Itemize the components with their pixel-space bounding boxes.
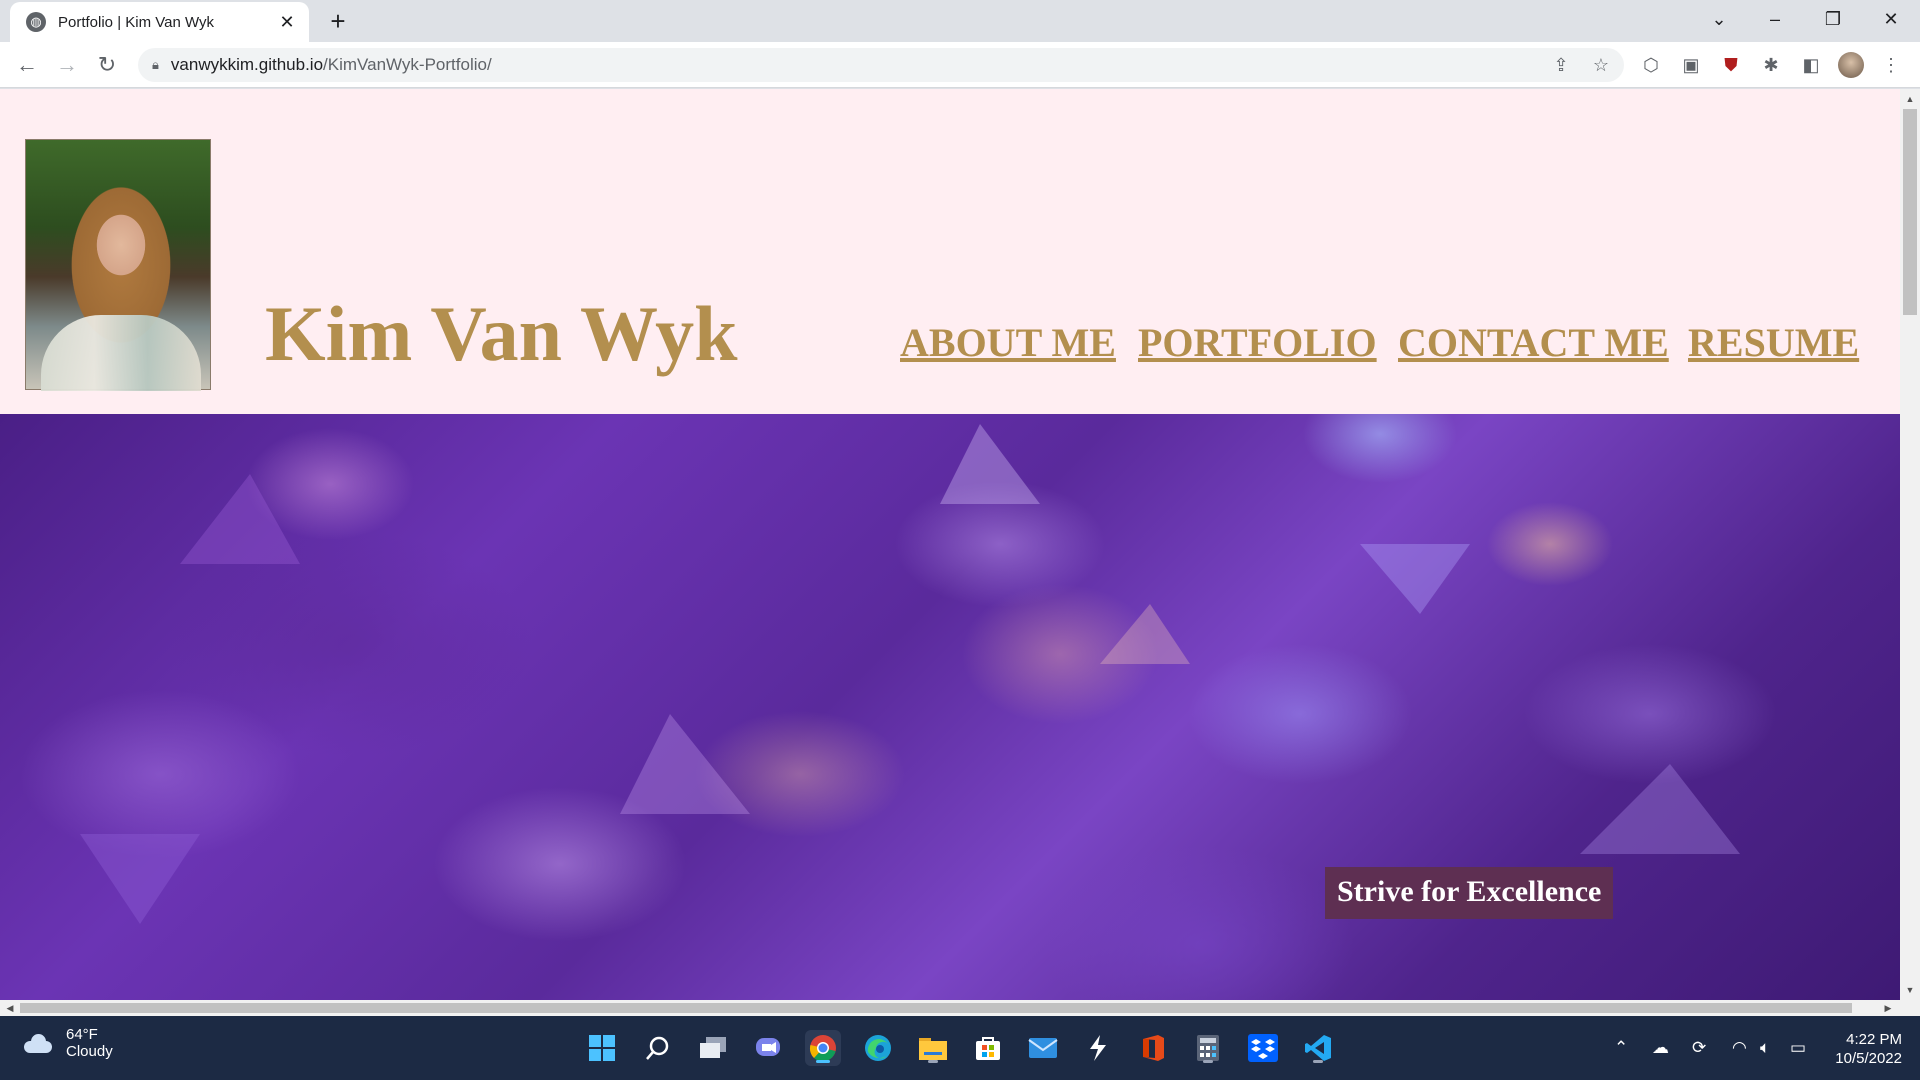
close-tab-icon[interactable]: ✕: [275, 12, 299, 33]
chrome-icon[interactable]: [805, 1030, 841, 1066]
back-icon[interactable]: ←: [12, 50, 42, 80]
horizontal-scroll-thumb[interactable]: [20, 1003, 1852, 1013]
address-bar[interactable]: 🔒︎ vanwykkim.github.io/KimVanWyk-Portfol…: [138, 48, 1624, 82]
page-viewport: Kim Van Wyk ABOUT ME PORTFOLIO CONTACT M…: [0, 89, 1920, 1016]
weather-temp: 64°F: [66, 1026, 98, 1043]
hero-amethyst-image: Strive for Excellence: [0, 414, 1900, 1000]
cloud-icon: [22, 1033, 54, 1053]
system-clock[interactable]: 4:22 PM 10/5/2022: [1830, 1030, 1902, 1068]
windows-taskbar: 64°F Cloudy ⌃ ☁ ⟳ ◠ 🔈︎ ▭ 4:22 PM 10/5/20…: [0, 1016, 1920, 1080]
site-header: Kim Van Wyk ABOUT ME PORTFOLIO CONTACT M…: [0, 89, 1900, 414]
dropbox-icon[interactable]: [1245, 1030, 1281, 1066]
portfolio-page: Kim Van Wyk ABOUT ME PORTFOLIO CONTACT M…: [0, 89, 1900, 1000]
profile-avatar[interactable]: [1838, 52, 1864, 78]
restore-button[interactable]: ❐: [1810, 0, 1856, 38]
lock-icon: 🔒︎: [152, 57, 159, 72]
globe-icon: ◍: [26, 12, 46, 32]
hero-caption: Strive for Excellence: [1325, 867, 1614, 919]
close-window-button[interactable]: ✕: [1868, 0, 1914, 38]
menu-kebab-icon[interactable]: ⋮: [1878, 52, 1904, 78]
new-tab-button[interactable]: +: [322, 6, 354, 38]
vertical-scrollbar[interactable]: ▲ ▼: [1900, 89, 1920, 1000]
terminal-lightning-icon[interactable]: [1080, 1030, 1116, 1066]
vscode-icon[interactable]: [1300, 1030, 1336, 1066]
nav-contact-me[interactable]: CONTACT ME: [1398, 319, 1669, 366]
teams-chat-icon[interactable]: [750, 1030, 786, 1066]
url-text[interactable]: vanwykkim.github.io/KimVanWyk-Portfolio/: [171, 55, 492, 75]
mail-icon[interactable]: [1025, 1030, 1061, 1066]
wifi-icon[interactable]: ◠: [1732, 1038, 1747, 1058]
search-icon[interactable]: [640, 1030, 676, 1066]
site-title: Kim Van Wyk: [265, 290, 738, 377]
share-icon[interactable]: ⇪: [1548, 52, 1574, 78]
edge-icon[interactable]: [860, 1030, 896, 1066]
vertical-scroll-thumb[interactable]: [1903, 109, 1917, 315]
microsoft-store-icon[interactable]: [970, 1030, 1006, 1066]
ublock-icon[interactable]: ⛊: [1718, 52, 1744, 78]
extension-cube-icon[interactable]: ⬡: [1638, 52, 1664, 78]
scroll-left-arrow-icon[interactable]: ◀: [2, 1000, 18, 1016]
start-windows-icon[interactable]: [584, 1030, 620, 1066]
volume-icon[interactable]: 🔈︎: [1760, 1038, 1770, 1058]
task-view-icon[interactable]: [695, 1030, 731, 1066]
nav-portfolio[interactable]: PORTFOLIO: [1138, 319, 1377, 366]
extension-grey-icon[interactable]: ▣: [1678, 52, 1704, 78]
clock-date: 10/5/2022: [1835, 1050, 1902, 1067]
nav-resume[interactable]: RESUME: [1688, 319, 1859, 366]
url-path: /KimVanWyk-Portfolio/: [323, 55, 492, 74]
office-icon[interactable]: [1135, 1030, 1171, 1066]
scroll-down-arrow-icon[interactable]: ▼: [1900, 982, 1920, 998]
side-panel-icon[interactable]: ◧: [1798, 52, 1824, 78]
calculator-icon[interactable]: [1190, 1030, 1226, 1066]
minimize-button[interactable]: –: [1752, 0, 1798, 38]
profile-photo: [25, 139, 211, 391]
tab-title: Portfolio | Kim Van Wyk: [58, 13, 215, 31]
extensions-puzzle-icon[interactable]: ✱: [1758, 52, 1784, 78]
forward-icon[interactable]: →: [52, 50, 82, 80]
onedrive-cloud-icon[interactable]: ☁: [1652, 1038, 1669, 1058]
url-host: vanwykkim.github.io: [170, 55, 324, 74]
sync-icon[interactable]: ⟳: [1692, 1038, 1706, 1058]
scroll-right-arrow-icon[interactable]: ▶: [1880, 1000, 1896, 1016]
clock-time: 4:22 PM: [1846, 1031, 1902, 1048]
battery-icon[interactable]: ▭: [1790, 1038, 1806, 1058]
browser-toolbar: ← → ↻ 🔒︎ vanwykkim.github.io/KimVanWyk-P…: [0, 42, 1920, 88]
nav-about-me[interactable]: ABOUT ME: [900, 319, 1116, 366]
file-explorer-icon[interactable]: [915, 1030, 951, 1066]
weather-desc: Cloudy: [66, 1043, 113, 1060]
horizontal-scrollbar[interactable]: ◀ ▶: [0, 1000, 1920, 1016]
scroll-up-arrow-icon[interactable]: ▲: [1900, 91, 1920, 107]
weather-widget[interactable]: 64°F Cloudy: [22, 1026, 113, 1060]
browser-tab[interactable]: ◍ Portfolio | Kim Van Wyk ✕: [10, 2, 309, 42]
show-hidden-icons-chevron-icon[interactable]: ⌃: [1614, 1038, 1628, 1058]
browser-tabstrip: ◍ Portfolio | Kim Van Wyk ✕ + ⌄ – ❐ ✕: [0, 0, 1920, 42]
bookmark-star-icon[interactable]: ☆: [1588, 52, 1614, 78]
tab-search-icon[interactable]: ⌄: [1696, 0, 1742, 38]
reload-icon[interactable]: ↻: [92, 50, 122, 80]
